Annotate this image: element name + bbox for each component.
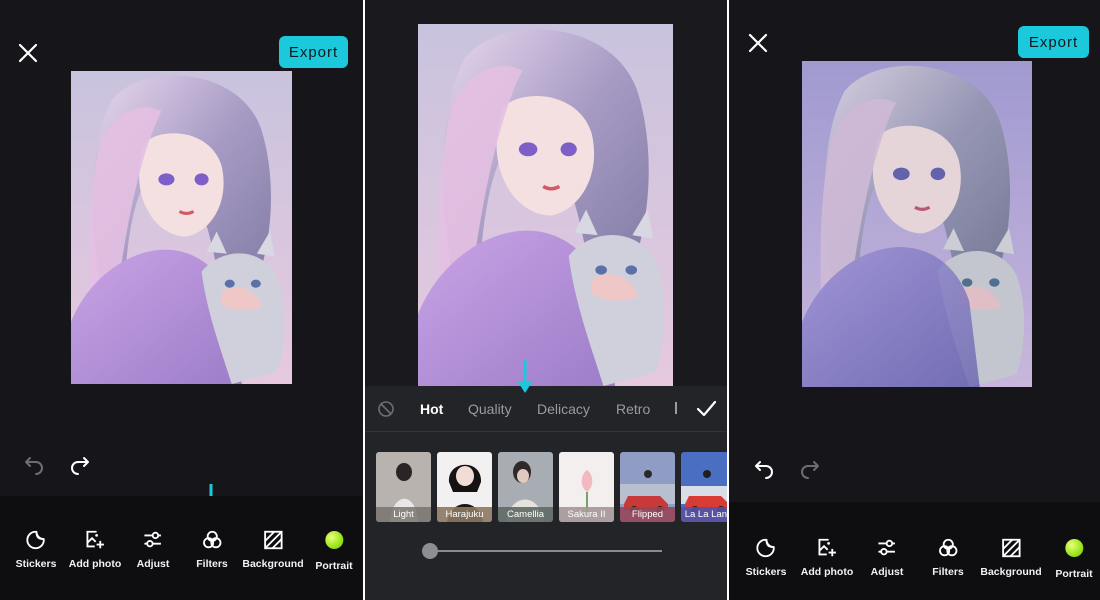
- filter-label: Camellia: [498, 507, 553, 522]
- category-retro[interactable]: Retro: [616, 401, 650, 417]
- tool-label: Stickers: [15, 558, 57, 570]
- filter-thumb-camellia[interactable]: Camellia: [498, 452, 553, 522]
- add-photo-icon: [86, 530, 105, 549]
- redo-icon[interactable]: [68, 454, 92, 478]
- tool-add-photo[interactable]: Add photo: [801, 537, 853, 578]
- filter-panel: Hot Quality Delicacy Retro Light Harajuk…: [365, 0, 727, 600]
- redo-icon[interactable]: [798, 458, 822, 482]
- bottom-toolbar: Stickers Add photo Adjust Filters Backgr…: [0, 496, 363, 600]
- tool-label: Portrait: [315, 560, 353, 572]
- tool-portrait[interactable]: Portrait: [1055, 539, 1093, 580]
- bottom-toolbar: Stickers Add photo Adjust Filters Backgr…: [729, 502, 1100, 600]
- no-filter-icon[interactable]: [377, 400, 395, 418]
- filter-thumb-flipped[interactable]: Flipped: [620, 452, 675, 522]
- tool-label: Adjust: [136, 558, 170, 570]
- photo-canvas[interactable]: [71, 71, 292, 384]
- filter-thumb-la-la-land[interactable]: La La Land: [681, 452, 727, 522]
- export-button[interactable]: Export: [279, 36, 348, 68]
- confirm-check-icon[interactable]: [695, 398, 717, 420]
- editor-panel-after: Export Stickers Add photo Adjust Filters…: [729, 0, 1100, 600]
- tool-label: Filters: [196, 558, 228, 570]
- tool-background[interactable]: Background: [242, 529, 304, 570]
- filter-label: Sakura II: [559, 507, 614, 522]
- sliders-icon: [144, 531, 162, 548]
- filter-label: Flipped: [620, 507, 675, 522]
- filter-label: La La Land: [681, 507, 727, 522]
- tool-add-photo[interactable]: Add photo: [69, 529, 121, 570]
- add-photo-icon: [818, 538, 837, 557]
- photo-canvas[interactable]: [418, 24, 673, 386]
- photo-canvas[interactable]: [802, 61, 1032, 387]
- background-icon: [263, 530, 283, 550]
- filter-thumbnails: Light Harajuku Camellia Sakura II Flippe…: [376, 452, 727, 522]
- filter-label: Light: [376, 507, 431, 522]
- tool-background[interactable]: Background: [980, 537, 1042, 578]
- pointer-arrow-icon: [516, 358, 534, 396]
- filters-icon: [202, 530, 222, 549]
- tool-label: Portrait: [1055, 568, 1093, 580]
- tool-filters[interactable]: Filters: [932, 537, 964, 578]
- close-icon[interactable]: [16, 41, 40, 65]
- sticker-icon: [756, 538, 776, 558]
- tool-label: Adjust: [870, 566, 904, 578]
- portrait-dot-icon: [1065, 539, 1083, 557]
- category-delicacy[interactable]: Delicacy: [537, 401, 590, 417]
- filter-label: Harajuku: [437, 507, 492, 522]
- tool-label: Stickers: [745, 566, 787, 578]
- filter-sheet: Hot Quality Delicacy Retro Light Harajuk…: [365, 360, 727, 600]
- tool-label: Add photo: [68, 558, 122, 570]
- filter-thumb-sakura-ii[interactable]: Sakura II: [559, 452, 614, 522]
- background-icon: [1001, 538, 1021, 558]
- undo-icon[interactable]: [22, 454, 46, 478]
- filter-category-row: Hot Quality Delicacy Retro: [365, 386, 727, 432]
- filter-thumb-harajuku[interactable]: Harajuku: [437, 452, 492, 522]
- filter-thumb-light[interactable]: Light: [376, 452, 431, 522]
- category-overflow: [675, 402, 677, 414]
- editor-panel-before: Export Stickers Add photo Adjust Filters…: [0, 0, 363, 600]
- category-hot[interactable]: Hot: [420, 401, 443, 417]
- sticker-icon: [26, 530, 46, 550]
- tool-adjust[interactable]: Adjust: [870, 537, 904, 578]
- filter-intensity-track[interactable]: [427, 550, 662, 552]
- filter-intensity-knob[interactable]: [422, 543, 438, 559]
- tool-label: Add photo: [800, 566, 854, 578]
- tool-portrait[interactable]: Portrait: [315, 531, 353, 572]
- tool-label: Filters: [932, 566, 964, 578]
- portrait-dot-icon: [325, 531, 343, 549]
- export-button[interactable]: Export: [1018, 26, 1089, 58]
- tool-label: Background: [242, 558, 304, 570]
- filters-icon: [938, 538, 958, 557]
- category-quality[interactable]: Quality: [468, 401, 512, 417]
- tool-stickers[interactable]: Stickers: [15, 529, 57, 570]
- tool-label: Background: [980, 566, 1042, 578]
- undo-redo-group: [752, 458, 822, 482]
- tool-filters[interactable]: Filters: [196, 529, 228, 570]
- undo-icon[interactable]: [752, 458, 776, 482]
- tool-adjust[interactable]: Adjust: [136, 529, 170, 570]
- undo-redo-group: [22, 454, 92, 478]
- tool-stickers[interactable]: Stickers: [745, 537, 787, 578]
- close-icon[interactable]: [746, 31, 770, 55]
- sliders-icon: [878, 539, 896, 556]
